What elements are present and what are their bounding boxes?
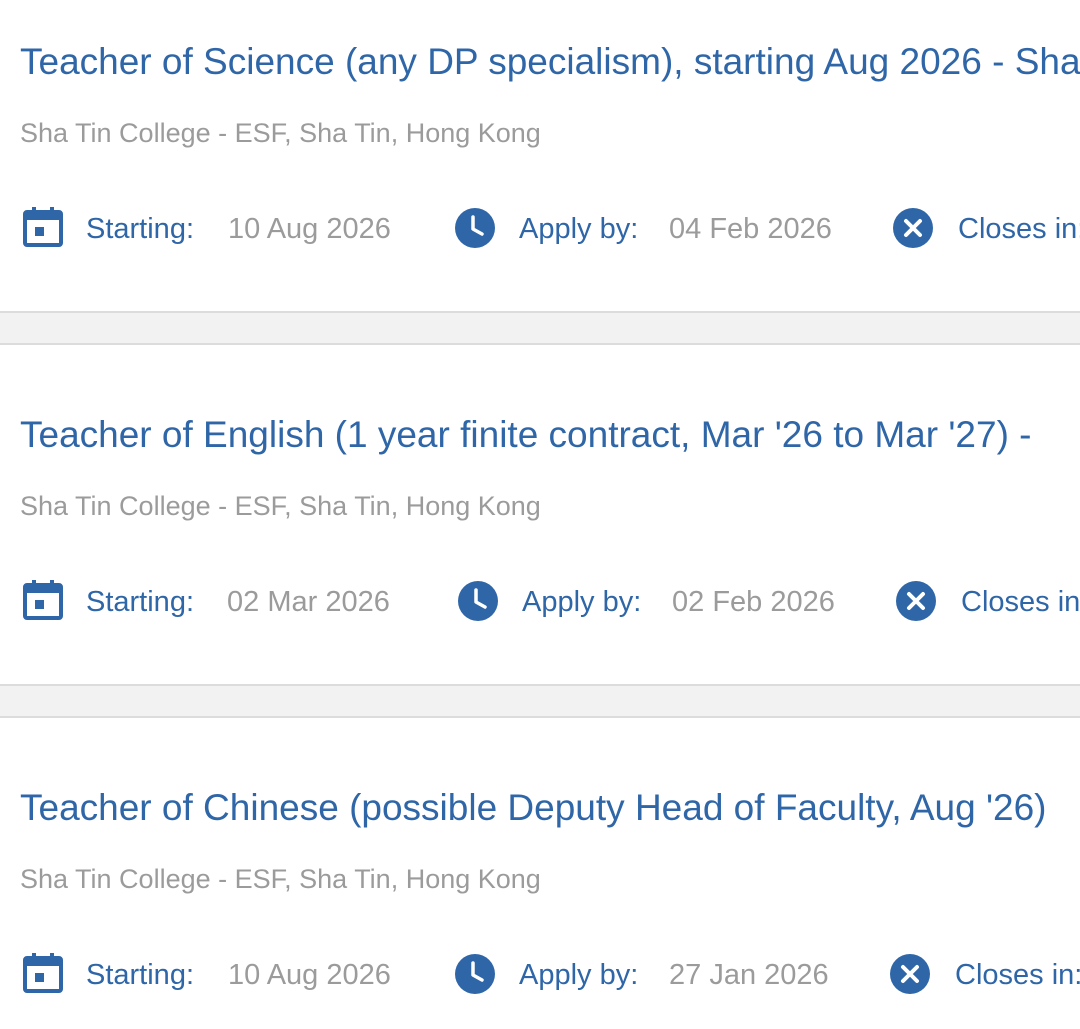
job-meta-row: Starting: 10 Aug 2026 Apply by: 27 Jan 2…: [0, 953, 1080, 999]
job-card[interactable]: Teacher of Science (any DP specialism), …: [0, 0, 1080, 311]
clock-icon: [455, 954, 495, 994]
card-separator: [0, 311, 1080, 345]
calendar-icon: [23, 207, 63, 247]
closes-in-label: Closes in:: [955, 959, 1080, 991]
starting-label: Starting:: [86, 586, 194, 618]
job-title-link[interactable]: Teacher of Chinese (possible Deputy Head…: [20, 786, 1047, 830]
starting-date: 10 Aug 2026: [228, 213, 391, 245]
job-location: Sha Tin College - ESF, Sha Tin, Hong Kon…: [20, 864, 541, 894]
calendar-icon: [23, 953, 63, 993]
closes-in-label: Closes in:: [958, 213, 1080, 245]
job-meta-row: Starting: 02 Mar 2026 Apply by: 02 Feb 2…: [0, 580, 1080, 626]
starting-date: 02 Mar 2026: [227, 586, 390, 618]
job-card[interactable]: Teacher of English (1 year finite contra…: [0, 345, 1080, 656]
job-location: Sha Tin College - ESF, Sha Tin, Hong Kon…: [20, 491, 541, 521]
calendar-icon: [23, 580, 63, 620]
clock-icon: [455, 208, 495, 248]
job-location: Sha Tin College - ESF, Sha Tin, Hong Kon…: [20, 118, 541, 148]
clock-icon: [458, 581, 498, 621]
starting-label: Starting:: [86, 213, 194, 245]
apply-by-label: Apply by:: [522, 586, 642, 618]
close-circle-icon: [896, 581, 936, 621]
card-separator: [0, 684, 1080, 718]
apply-by-label: Apply by:: [519, 213, 639, 245]
closes-in-label: Closes in:: [961, 586, 1080, 618]
job-card[interactable]: Teacher of Chinese (possible Deputy Head…: [0, 718, 1080, 1029]
job-meta-row: Starting: 10 Aug 2026 Apply by: 04 Feb 2…: [0, 207, 1080, 253]
apply-by-date: 27 Jan 2026: [669, 959, 829, 991]
close-circle-icon: [890, 954, 930, 994]
starting-label: Starting:: [86, 959, 194, 991]
apply-by-date: 04 Feb 2026: [669, 213, 832, 245]
close-circle-icon: [893, 208, 933, 248]
job-title-link[interactable]: Teacher of English (1 year finite contra…: [20, 413, 1032, 457]
apply-by-label: Apply by:: [519, 959, 639, 991]
job-title-link[interactable]: Teacher of Science (any DP specialism), …: [20, 40, 1080, 84]
starting-date: 10 Aug 2026: [228, 959, 391, 991]
apply-by-date: 02 Feb 2026: [672, 586, 835, 618]
